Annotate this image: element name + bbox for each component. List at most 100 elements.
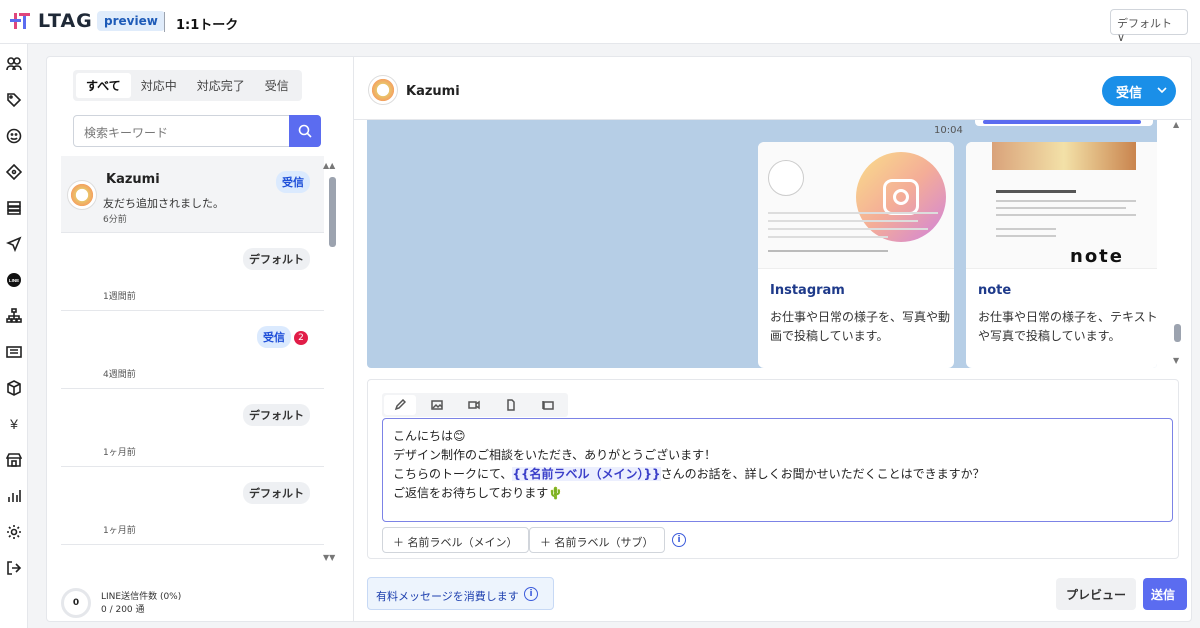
users-icon[interactable] — [4, 54, 24, 74]
add-name-label-sub-button[interactable]: ＋ 名前ラベル（サブ） — [529, 527, 665, 553]
status-badge: 受信 — [276, 171, 310, 193]
note-card[interactable]: note note お仕事や日常の様子を、テキストや写真で投稿しています。 — [966, 142, 1157, 368]
box-icon[interactable] — [4, 378, 24, 398]
search-input[interactable]: 検索キーワード — [73, 115, 321, 147]
chat-contact-name: Kazumi — [406, 84, 460, 99]
list-item[interactable]: 受信 2 4週間前 — [61, 312, 324, 389]
pencil-icon[interactable] — [384, 395, 416, 415]
chat-scrollbar[interactable]: ▲ ▼ — [1173, 120, 1183, 370]
preview-button[interactable]: プレビュー — [1056, 578, 1136, 610]
message-line: こんにちは😊 — [393, 429, 466, 443]
scroll-up-icon[interactable]: ▲▲ — [323, 161, 335, 170]
scroll-thumb[interactable] — [329, 177, 336, 247]
send-icon[interactable] — [4, 234, 24, 254]
message-textarea[interactable]: こんにちは😊 デザイン制作のご相談をいただき、ありがとうございます！ こちらのト… — [382, 418, 1173, 522]
list-item[interactable]: Kazumi 友だち追加されました。 6分前 受信 — [61, 156, 324, 233]
account-select[interactable]: デフォルト ∨ — [1110, 9, 1188, 44]
conversation-list: Kazumi 友だち追加されました。 6分前 受信 デフォルト 1週間前 受信 … — [61, 156, 324, 574]
image-icon[interactable] — [418, 393, 455, 417]
name-label-tag: {{名前ラベル（メイン）}} — [512, 467, 661, 481]
search-button[interactable] — [289, 115, 321, 147]
svg-text:LINE: LINE — [9, 278, 19, 283]
scroll-down-icon[interactable]: ▼ — [1173, 356, 1179, 365]
card-description: お仕事や日常の様子を、テキストや写真で投稿しています。 — [978, 310, 1157, 343]
previous-message-bar — [975, 120, 1153, 126]
status-dropdown-button[interactable]: 受信 — [1102, 76, 1176, 106]
status-badge: デフォルト — [243, 248, 310, 270]
divider — [164, 12, 165, 32]
chat-header: Kazumi 受信 — [354, 57, 1191, 120]
message-icon[interactable] — [4, 342, 24, 362]
message-time: 10:04 — [934, 125, 963, 136]
scroll-down-icon[interactable]: ▼▼ — [323, 553, 335, 562]
note-preview-image: note — [966, 142, 1157, 269]
list-item[interactable]: デフォルト 1ヶ月前 — [61, 390, 324, 467]
gallery-icon[interactable] — [529, 393, 566, 417]
card-title: note — [978, 283, 1012, 298]
logo[interactable]: LTAG — [10, 10, 93, 32]
chevron-down-icon — [1156, 84, 1168, 100]
conversation-panel: すべて 対応中 対応完了 受信 検索キーワード Kazumi 友だち追加されまし… — [47, 57, 354, 621]
main-panel: すべて 対応中 対応完了 受信 検索キーワード Kazumi 友だち追加されまし… — [46, 56, 1192, 622]
list-scrollbar[interactable]: ▲▲ ▼▼ — [323, 161, 336, 575]
preview-badge: preview — [97, 11, 165, 31]
tab-in-progress[interactable]: 対応中 — [131, 73, 187, 98]
sitemap-icon[interactable] — [4, 306, 24, 326]
card-title: Instagram — [770, 283, 845, 298]
info-icon[interactable]: i — [524, 587, 538, 601]
top-bar: LTAG preview 1:1トーク デフォルト ∨ — [0, 0, 1200, 44]
add-name-label-main-button[interactable]: ＋ 名前ラベル（メイン） — [382, 527, 529, 553]
status-badge: デフォルト — [243, 404, 310, 426]
smile-icon[interactable] — [4, 126, 24, 146]
timestamp: 1ヶ月前 — [103, 448, 136, 458]
instagram-card[interactable]: Instagram お仕事や日常の様子を、写真や動画で投稿しています。 — [758, 142, 954, 368]
message-line: こちらのトークにて、{{名前ラベル（メイン）}}さんのお話を、詳しくお聞かせいた… — [393, 465, 1162, 484]
line-icon[interactable]: LINE — [4, 270, 24, 290]
chart-icon[interactable] — [4, 486, 24, 506]
composer-toolbar — [382, 393, 568, 417]
search-icon — [298, 124, 312, 138]
filter-tabs: すべて 対応中 対応完了 受信 — [73, 70, 302, 101]
tab-received[interactable]: 受信 — [255, 73, 299, 98]
yen-icon[interactable]: ¥ — [4, 414, 24, 434]
message-text: こちらのトークにて、 — [393, 467, 513, 481]
scroll-up-icon[interactable]: ▲ — [1173, 120, 1179, 129]
stack-icon[interactable] — [4, 198, 24, 218]
avatar — [67, 180, 97, 210]
note-logo: note — [1070, 246, 1124, 267]
tag-icon[interactable] — [4, 90, 24, 110]
timestamp: 6分前 — [103, 215, 127, 225]
last-message: 友だち追加されました。 — [103, 197, 224, 210]
info-icon[interactable]: i — [672, 533, 686, 547]
status-badge: 受信 — [257, 326, 291, 348]
message-text: さんのお話を、詳しくお聞かせいただくことはできますか？ — [660, 467, 985, 481]
unread-count: 2 — [294, 331, 308, 345]
logo-text: LTAG — [38, 10, 93, 32]
send-button[interactable]: 送信 — [1143, 578, 1187, 610]
timestamp: 1週間前 — [103, 292, 136, 302]
video-icon[interactable] — [455, 393, 492, 417]
card-description: お仕事や日常の様子を、写真や動画で投稿しています。 — [770, 310, 951, 343]
message-composer: こんにちは😊 デザイン制作のご相談をいただき、ありがとうございます！ こちらのト… — [367, 379, 1179, 559]
avatar — [368, 75, 398, 105]
sidebar: LINE ¥ — [0, 44, 28, 628]
line-send-label: LINE送信件数 (0%) — [101, 592, 182, 602]
status-badge: デフォルト — [243, 482, 310, 504]
gear-icon[interactable] — [4, 522, 24, 542]
list-item[interactable]: デフォルト 1週間前 — [61, 234, 324, 311]
paid-message-text: 有料メッセージを消費します — [376, 590, 519, 603]
instagram-preview-image — [758, 142, 954, 269]
scroll-thumb[interactable] — [1174, 324, 1181, 342]
tab-all[interactable]: すべて — [76, 73, 131, 98]
line-send-value: 0 / 200 通 — [101, 605, 145, 615]
list-item[interactable]: デフォルト 1ヶ月前 — [61, 468, 324, 545]
page-title: 1:1トーク — [176, 18, 239, 33]
ticket-icon[interactable] — [4, 162, 24, 182]
timestamp: 4週間前 — [103, 370, 136, 380]
logout-icon[interactable] — [4, 558, 24, 578]
file-icon[interactable] — [492, 393, 529, 417]
logo-icon — [10, 10, 32, 32]
store-icon[interactable] — [4, 450, 24, 470]
contact-name: Kazumi — [106, 172, 160, 187]
tab-done[interactable]: 対応完了 — [187, 73, 255, 98]
